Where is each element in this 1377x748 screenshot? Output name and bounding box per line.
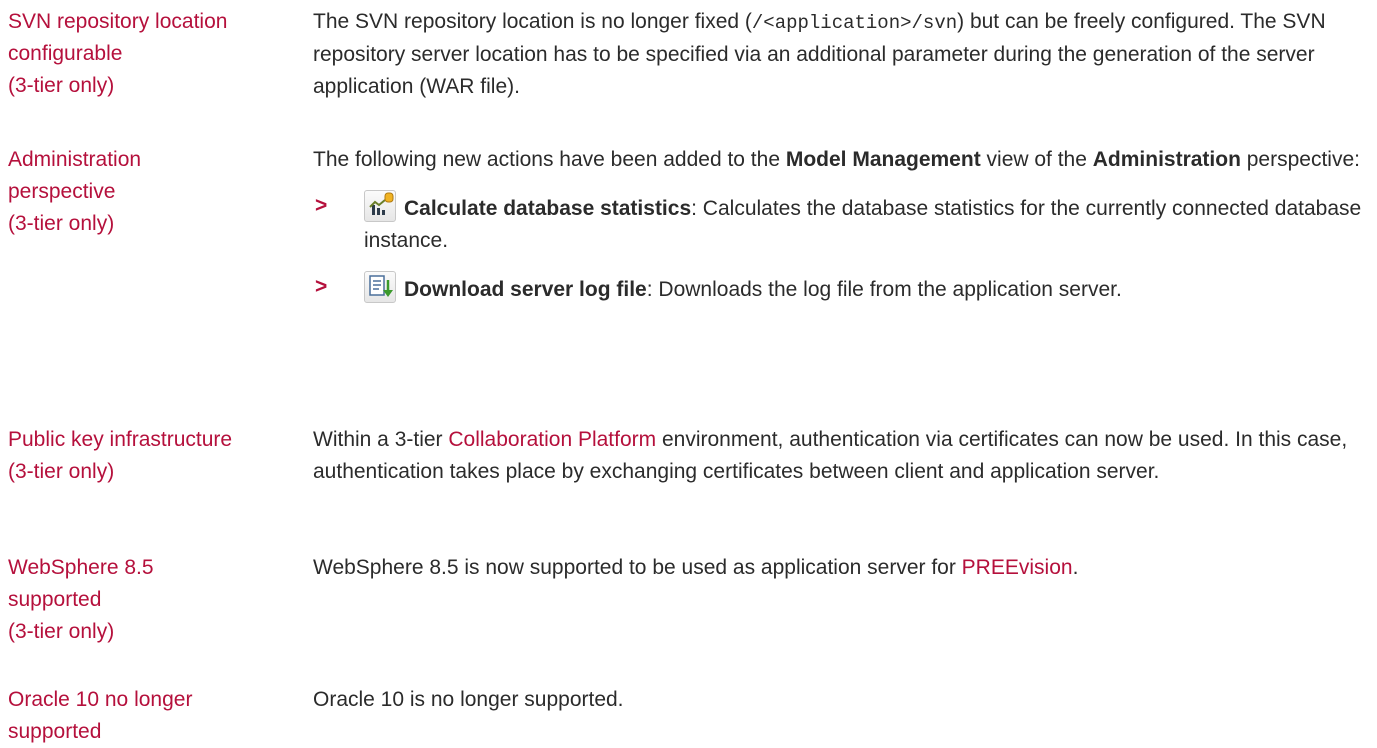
entry-term: SVN repository location configurable (3-… — [8, 10, 228, 97]
actions-list: > Calculate database statistics: Calcula… — [313, 190, 1363, 306]
entry-term: Public key infrastructure (3-tier only) — [8, 428, 233, 483]
entry-term: Administration perspective (3-tier only) — [8, 148, 142, 235]
entry-term: Oracle 10 no longer supported — [8, 688, 193, 743]
entry-description: The following new actions have been adde… — [313, 144, 1363, 320]
preevision-link[interactable]: PREEvision — [962, 556, 1073, 579]
entry-description: Within a 3-tier Collaboration Platform e… — [313, 428, 1348, 483]
entry-description: Oracle 10 is no longer supported. — [313, 688, 624, 711]
database-statistics-icon — [364, 190, 396, 222]
collaboration-platform-link[interactable]: Collaboration Platform — [448, 428, 656, 451]
entry-description: The SVN repository location is no longer… — [313, 10, 1326, 98]
bullet-marker: > — [315, 275, 328, 298]
bullet-marker: > — [315, 194, 328, 217]
entry-description: WebSphere 8.5 is now supported to be use… — [313, 556, 1079, 579]
code-path: /<application>/svn — [751, 12, 958, 34]
entry-term: WebSphere 8.5 supported (3-tier only) — [8, 556, 154, 643]
download-log-icon — [364, 271, 396, 303]
list-item: > Calculate database statistics: Calcula… — [313, 190, 1363, 257]
list-item: > Download server log file: Downloads th… — [313, 271, 1363, 306]
